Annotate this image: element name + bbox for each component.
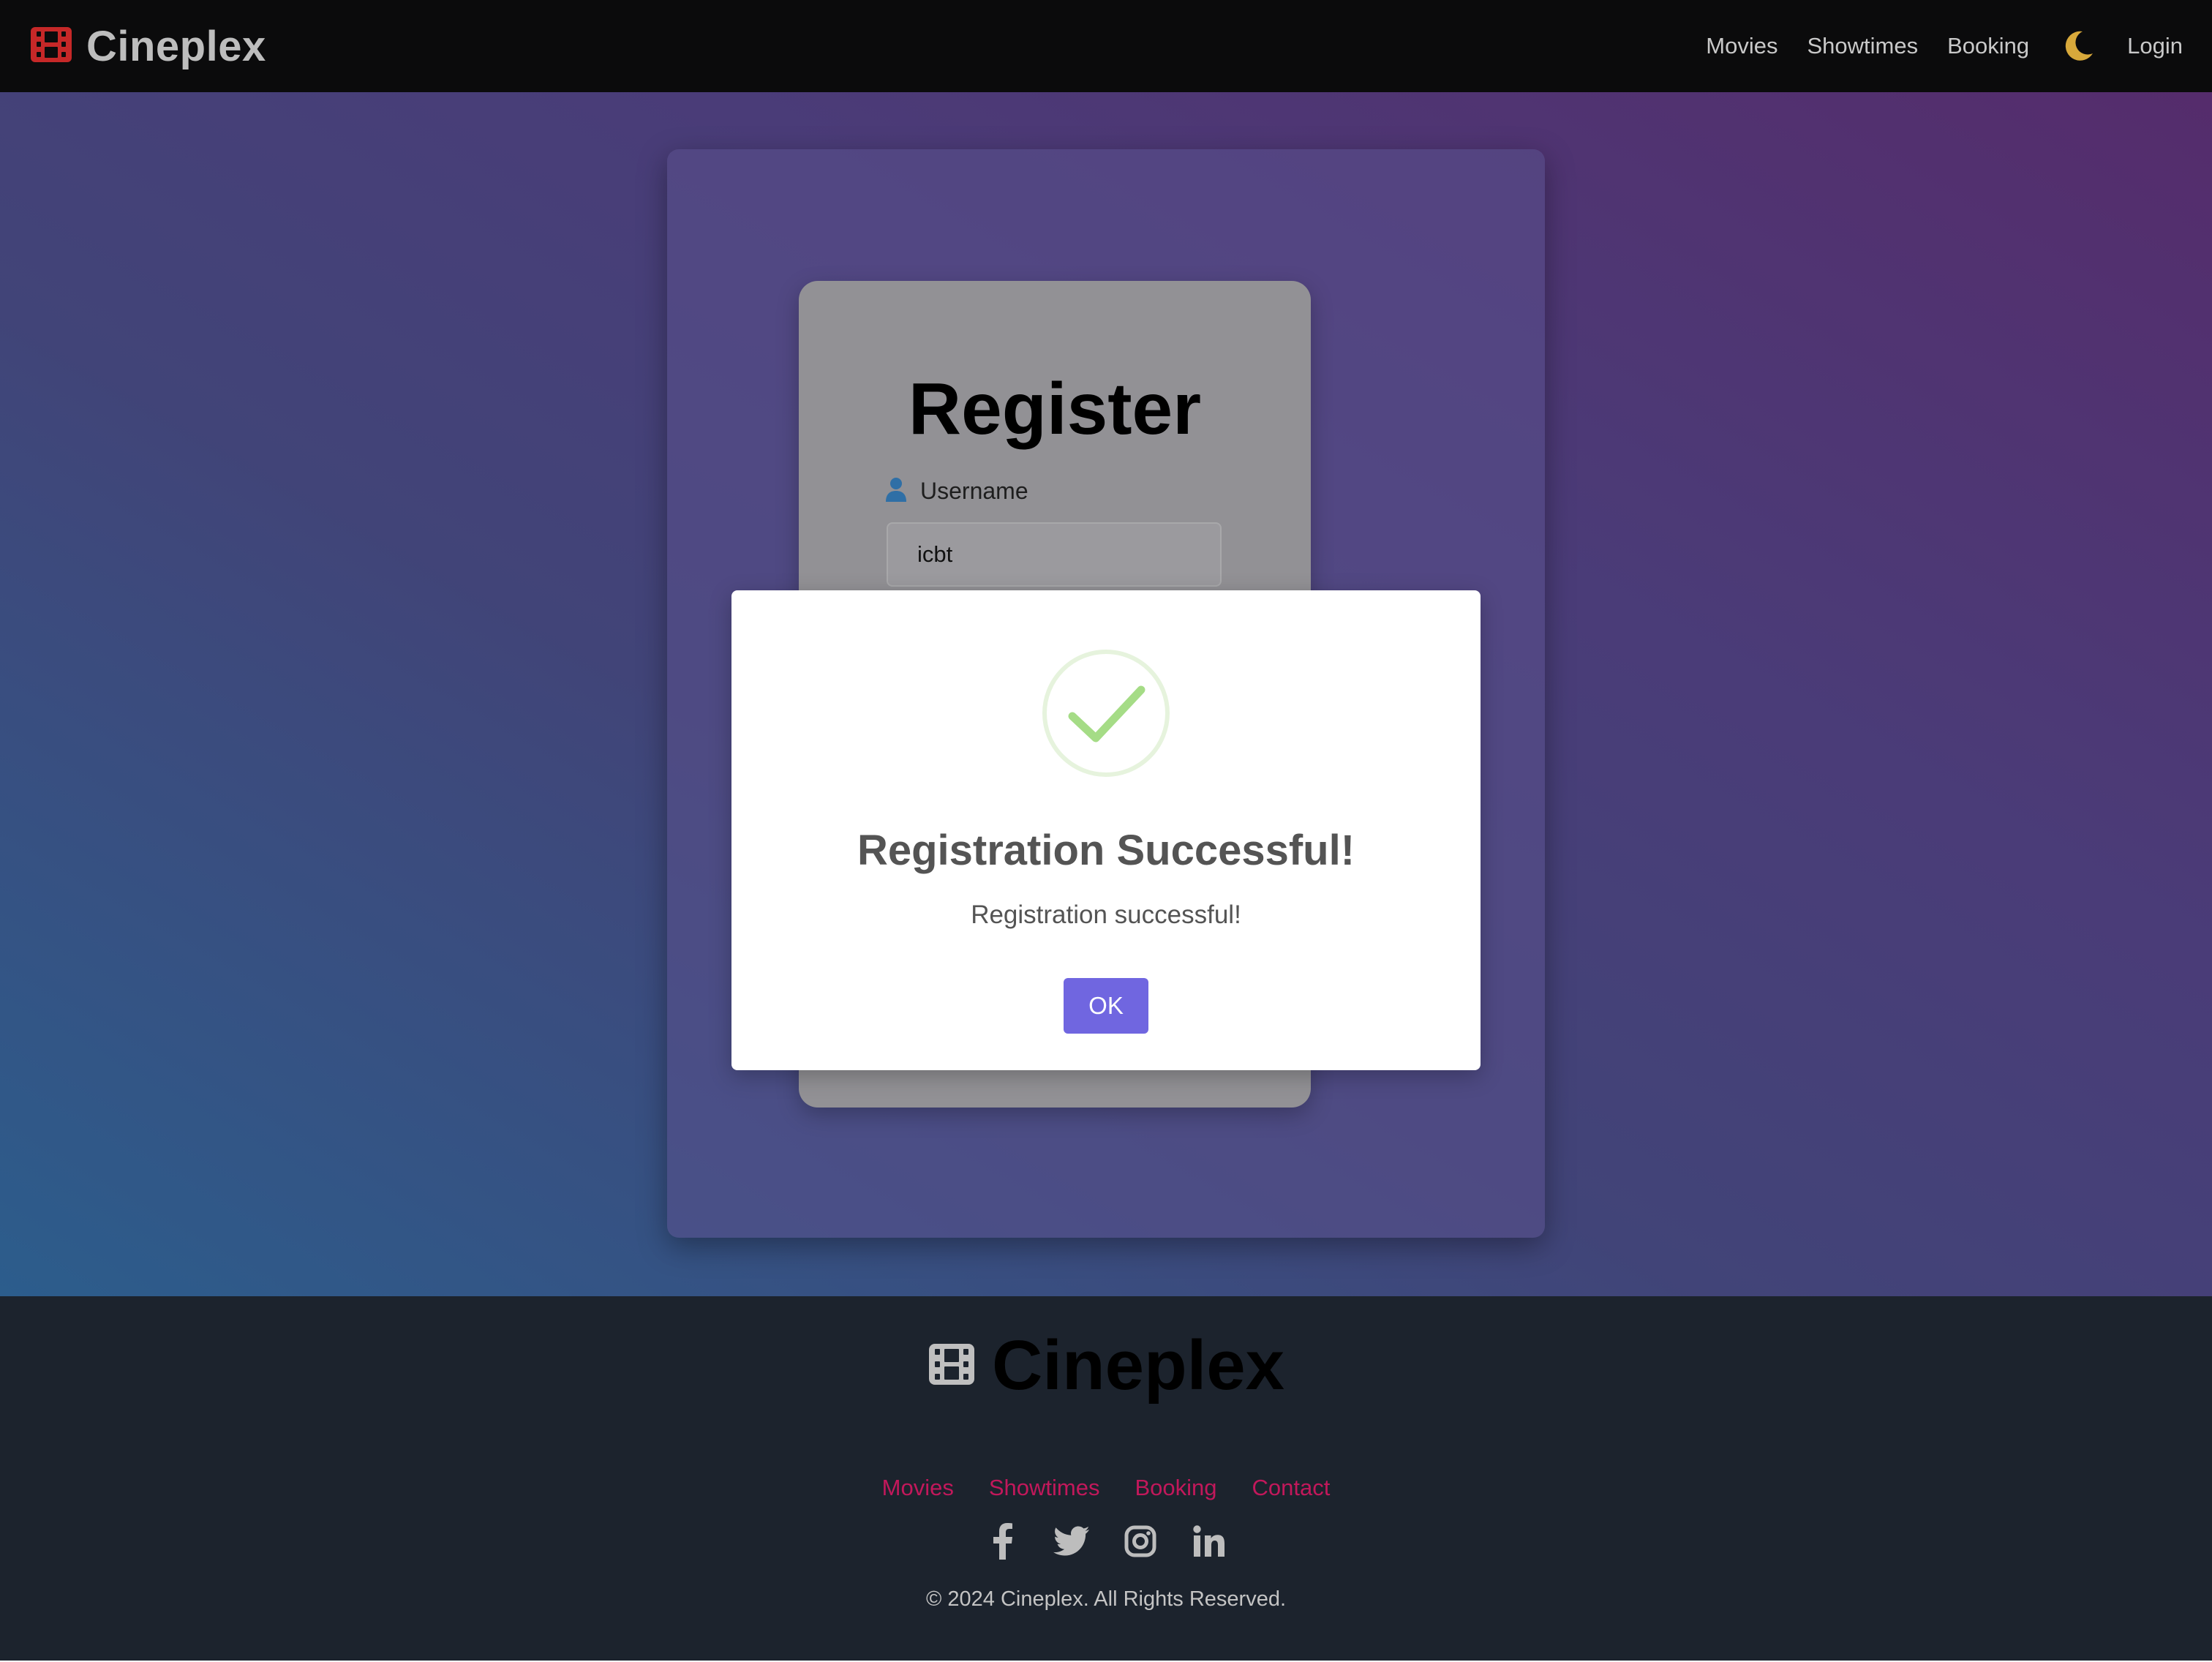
footer-link-contact[interactable]: Contact: [1252, 1475, 1331, 1501]
footer-links: Movies Showtimes Booking Contact: [0, 1475, 2212, 1501]
nav-link-showtimes[interactable]: Showtimes: [1807, 33, 1919, 59]
brand-logo-link[interactable]: Cineplex: [29, 22, 266, 71]
linkedin-icon[interactable]: [1191, 1523, 1227, 1560]
social-links: [0, 1523, 2212, 1560]
top-navbar: Cineplex Movies Showtimes Booking Login: [0, 0, 2212, 92]
ok-button[interactable]: OK: [1064, 978, 1148, 1034]
moon-icon[interactable]: [2058, 26, 2098, 66]
nav-link-booking[interactable]: Booking: [1947, 33, 2029, 59]
footer-link-movies[interactable]: Movies: [882, 1475, 954, 1501]
register-title: Register: [908, 368, 1202, 450]
facebook-icon[interactable]: [985, 1523, 1021, 1560]
footer: Cineplex Movies Showtimes Booking Contac…: [0, 1296, 2212, 1662]
nav-links: Movies Showtimes Booking Login: [1706, 26, 2183, 66]
film-icon: [29, 26, 73, 67]
film-icon: [928, 1342, 976, 1390]
footer-brand: Cineplex: [0, 1326, 2212, 1406]
twitter-icon[interactable]: [1053, 1523, 1090, 1560]
username-input[interactable]: [887, 522, 1222, 587]
footer-link-showtimes[interactable]: Showtimes: [989, 1475, 1100, 1501]
success-modal: Registration Successful! Registration su…: [731, 590, 1481, 1070]
success-check-icon: [1042, 649, 1170, 778]
copyright-text: © 2024 Cineplex. All Rights Reserved.: [925, 1587, 1287, 1611]
brand-name: Cineplex: [86, 22, 266, 70]
username-label: Username: [885, 477, 1028, 505]
footer-brand-name: Cineplex: [991, 1326, 1285, 1405]
footer-link-booking[interactable]: Booking: [1135, 1475, 1216, 1501]
user-icon: [885, 477, 907, 505]
instagram-icon[interactable]: [1122, 1523, 1159, 1560]
nav-link-login[interactable]: Login: [2127, 33, 2183, 59]
modal-title: Registration Successful!: [857, 827, 1355, 874]
modal-message: Registration successful!: [971, 900, 1241, 929]
nav-link-movies[interactable]: Movies: [1706, 33, 1778, 59]
username-label-text: Username: [920, 478, 1028, 504]
